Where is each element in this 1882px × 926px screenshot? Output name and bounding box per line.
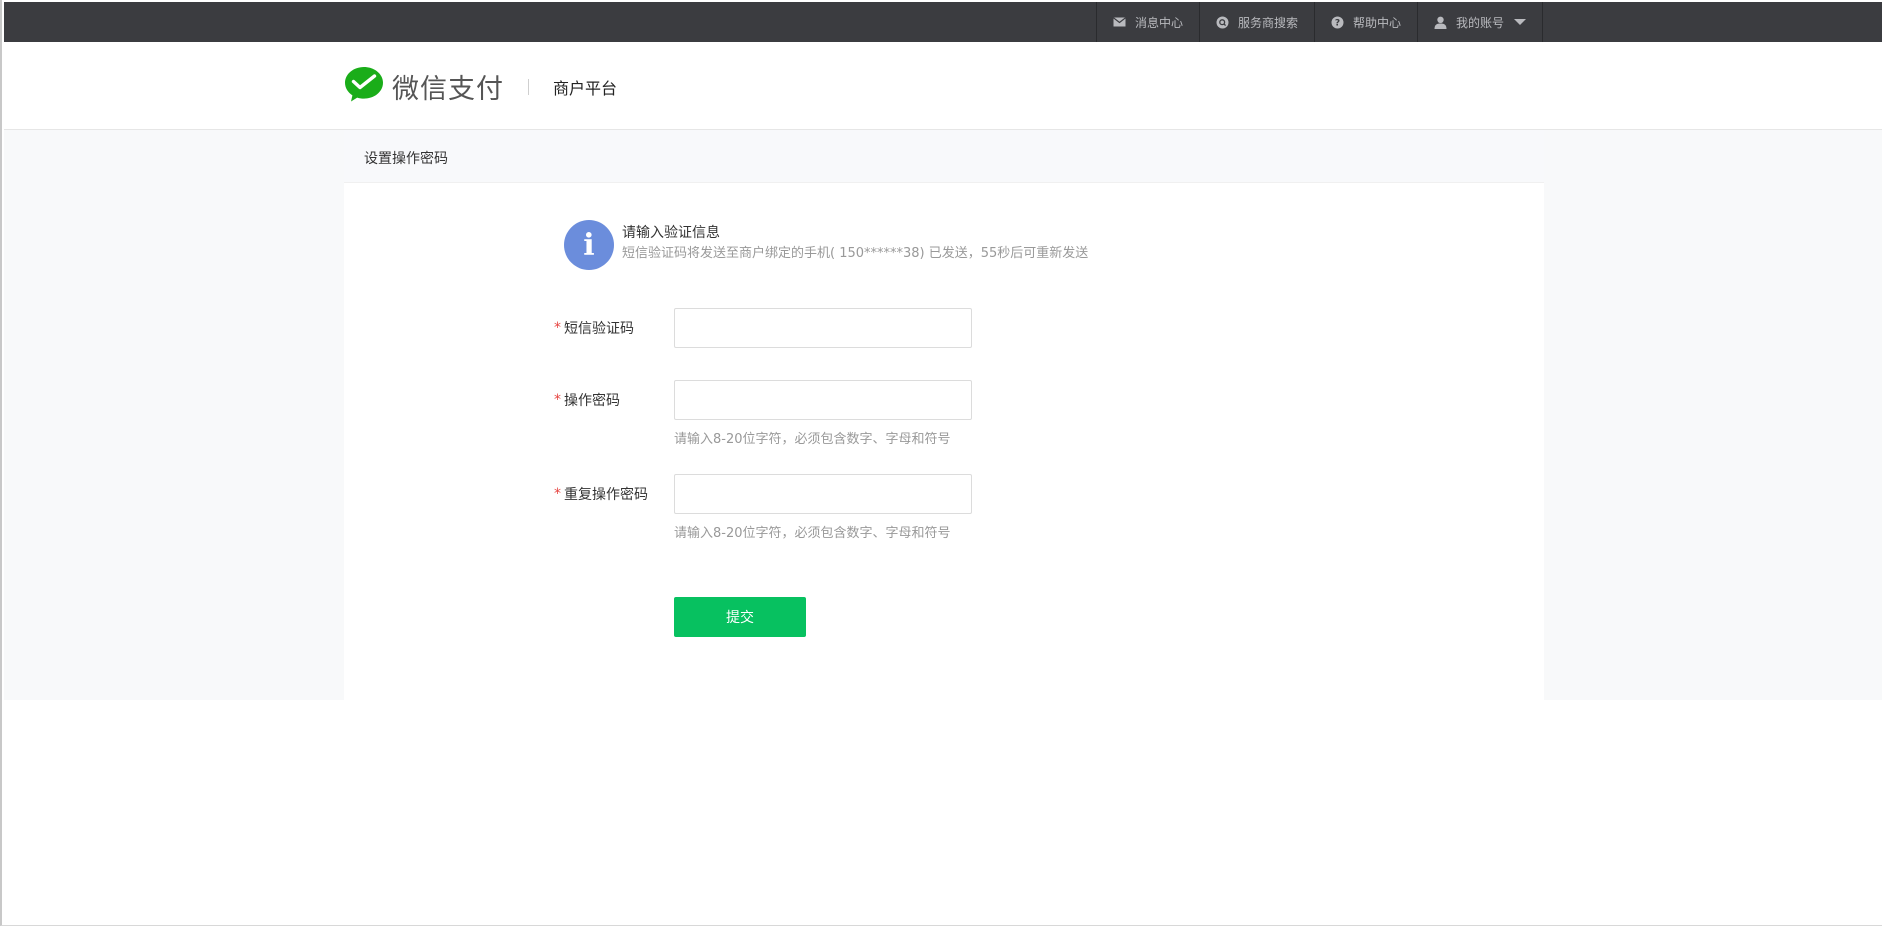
repeat-password-input[interactable] bbox=[674, 474, 972, 514]
topnav-provider-search-label: 服务商搜索 bbox=[1237, 15, 1298, 30]
password-input[interactable] bbox=[674, 380, 972, 420]
top-navigation-bar: 消息中心 服务商搜索 ? 帮助中心 我的账号 bbox=[4, 2, 1882, 42]
required-mark: * bbox=[554, 486, 561, 502]
submit-button[interactable]: 提交 bbox=[674, 597, 806, 637]
sms-code-input-wrap bbox=[674, 308, 972, 348]
topnav-my-account-label: 我的账号 bbox=[1455, 15, 1504, 30]
brand-logo[interactable]: 微信支付 商户平台 bbox=[344, 66, 617, 107]
sms-code-label: * 短信验证码 bbox=[552, 308, 674, 348]
repeat-password-input-wrap: 请输入8-20位字符，必须包含数字、字母和符号 bbox=[674, 474, 972, 542]
password-label-text: 操作密码 bbox=[564, 393, 620, 409]
logo-divider bbox=[528, 78, 529, 95]
required-mark: * bbox=[554, 320, 561, 336]
sms-code-label-text: 短信验证码 bbox=[564, 321, 634, 337]
repeat-password-hint: 请输入8-20位字符，必须包含数字、字母和符号 bbox=[674, 526, 951, 541]
topnav-help-center[interactable]: ? 帮助中心 bbox=[1315, 2, 1418, 42]
password-input-wrap: 请输入8-20位字符，必须包含数字、字母和符号 bbox=[674, 380, 972, 448]
topnav-help-center-label: 帮助中心 bbox=[1352, 15, 1401, 30]
user-icon bbox=[1434, 15, 1448, 29]
chevron-down-icon bbox=[1514, 19, 1526, 25]
wechat-pay-logo-icon bbox=[344, 66, 384, 107]
logo-text: 微信支付 bbox=[392, 74, 504, 105]
main-panel: 设置操作密码 i 请输入验证信息 短信验证码将发送至商户绑定的手机( 150**… bbox=[344, 130, 1544, 700]
page-title: 设置操作密码 bbox=[364, 151, 448, 167]
topnav-my-account[interactable]: 我的账号 bbox=[1418, 2, 1543, 42]
site-header: 微信支付 商户平台 bbox=[4, 42, 1882, 130]
notice-title: 请输入验证信息 bbox=[622, 225, 720, 241]
form-row-sms-code: * 短信验证码 bbox=[552, 308, 972, 348]
password-label: * 操作密码 bbox=[552, 380, 674, 420]
top-nav-menu: 消息中心 服务商搜索 ? 帮助中心 我的账号 bbox=[1095, 2, 1543, 42]
platform-subtitle: 商户平台 bbox=[553, 78, 618, 98]
help-icon: ? bbox=[1331, 15, 1345, 29]
sms-code-input[interactable] bbox=[674, 308, 972, 348]
topnav-messages[interactable]: 消息中心 bbox=[1097, 2, 1200, 42]
repeat-password-label-text: 重复操作密码 bbox=[564, 487, 648, 503]
password-hint: 请输入8-20位字符，必须包含数字、字母和符号 bbox=[674, 432, 951, 447]
notice-description: 短信验证码将发送至商户绑定的手机( 150******38) 已发送，55秒后可… bbox=[622, 246, 1089, 261]
mail-icon bbox=[1113, 15, 1127, 29]
search-icon bbox=[1216, 15, 1230, 29]
form-row-password: * 操作密码 请输入8-20位字符，必须包含数字、字母和符号 bbox=[552, 380, 972, 448]
notice-text: 请输入验证信息 短信验证码将发送至商户绑定的手机( 150******38) 已… bbox=[622, 224, 1088, 270]
info-icon: i bbox=[564, 220, 614, 270]
svg-text:?: ? bbox=[1335, 18, 1340, 28]
repeat-password-label: * 重复操作密码 bbox=[552, 474, 674, 514]
panel-header: 设置操作密码 bbox=[344, 130, 1544, 183]
verification-notice: i 请输入验证信息 短信验证码将发送至商户绑定的手机( 150******38)… bbox=[564, 220, 1088, 270]
browser-frame: 消息中心 服务商搜索 ? 帮助中心 我的账号 微信支付 商户平台 设置操作密码 … bbox=[0, 0, 1882, 926]
form-row-repeat-password: * 重复操作密码 请输入8-20位字符，必须包含数字、字母和符号 bbox=[552, 474, 972, 542]
required-mark: * bbox=[554, 392, 561, 408]
topnav-messages-label: 消息中心 bbox=[1134, 15, 1183, 30]
topnav-provider-search[interactable]: 服务商搜索 bbox=[1200, 2, 1315, 42]
